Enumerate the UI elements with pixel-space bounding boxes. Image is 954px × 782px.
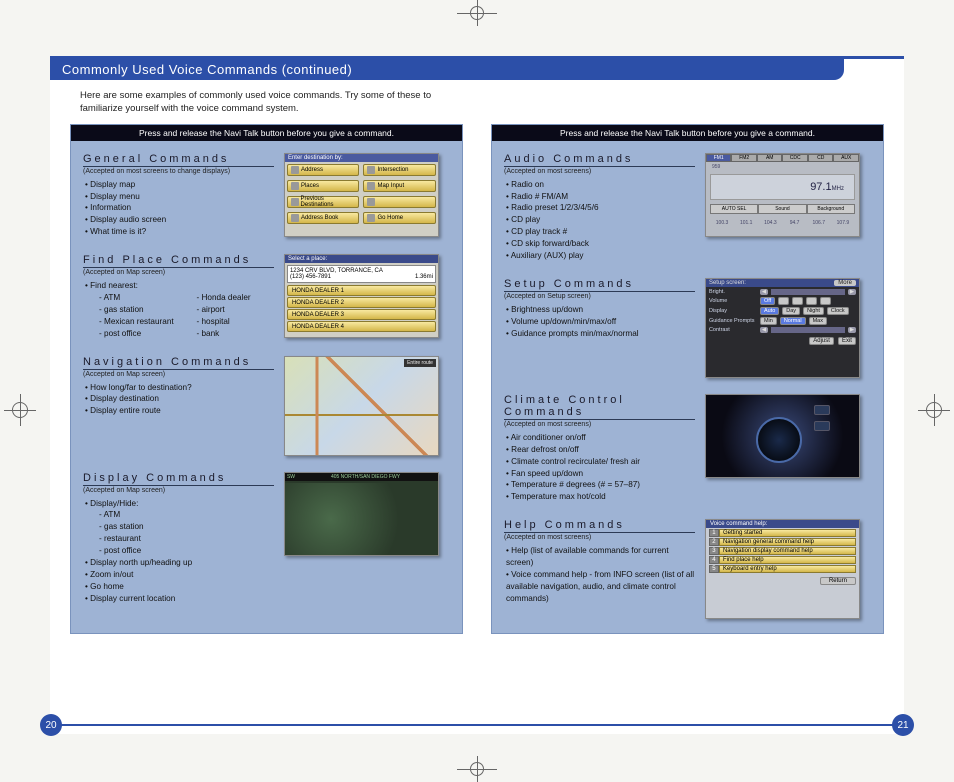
section-subtitle: (Accepted on Map screen): [83, 371, 274, 378]
screenshot-voice-help: Voice command help: 1Getting started2Nav…: [705, 519, 860, 619]
command-list: Display mapDisplay menuInformationDispla…: [83, 179, 274, 238]
left-column: Press and release the Navi Talk button b…: [70, 124, 463, 635]
page-spread: Commonly Used Voice Commands (continued)…: [50, 56, 904, 734]
registration-mark-left: [10, 400, 30, 420]
section-setup: Setup Commands (Accepted on Setup screen…: [492, 266, 883, 382]
section-subtitle: (Accepted on Map screen): [83, 269, 274, 276]
screenshot-setup-screen: Setup screen:More Bright.◀▶VolumeOff Dis…: [705, 278, 860, 378]
section-help: Help Commands (Accepted on most screens)…: [492, 507, 883, 623]
section-climate: Climate Control Commands (Accepted on mo…: [492, 382, 883, 507]
right-column: Press and release the Navi Talk button b…: [491, 124, 884, 635]
command-list: How long/far to destination?Display dest…: [83, 382, 274, 418]
crop-mark-top: [457, 0, 497, 26]
page-number-right: 21: [892, 714, 914, 736]
section-title: General Commands: [83, 153, 274, 167]
registration-mark-right: [924, 400, 944, 420]
command-list: Help (list of available commands for cur…: [504, 545, 695, 604]
section-title: Setup Commands: [504, 278, 695, 292]
section-general: General Commands (Accepted on most scree…: [71, 141, 462, 242]
section-title: Help Commands: [504, 519, 695, 533]
instruction-bar-right: Press and release the Navi Talk button b…: [492, 125, 883, 141]
section-find-place: Find Place Commands (Accepted on Map scr…: [71, 242, 462, 343]
section-subtitle: (Accepted on Setup screen): [504, 293, 695, 300]
section-title: Climate Control Commands: [504, 394, 695, 420]
section-subtitle: (Accepted on Map screen): [83, 487, 274, 494]
command-list: Brightness up/downVolume up/down/min/max…: [504, 304, 695, 340]
screenshot-route-map: Entire route: [284, 356, 439, 456]
page-number-left: 20: [40, 714, 62, 736]
screenshot-climate-controls: [705, 394, 860, 478]
section-navigation: Navigation Commands (Accepted on Map scr…: [71, 344, 462, 460]
section-title: Find Place Commands: [83, 254, 274, 268]
section-subtitle: (Accepted on most screens): [504, 421, 695, 428]
intro-text: Here are some examples of commonly used …: [50, 80, 450, 124]
footer-rule: [58, 724, 896, 726]
screenshot-destination-menu: Enter destination by: AddressIntersectio…: [284, 153, 439, 237]
instruction-bar-left: Press and release the Navi Talk button b…: [71, 125, 462, 141]
screenshot-radio: FM1FM2AMCDCCDAUX 959 97.1MHz AUTO SELSou…: [705, 153, 860, 237]
section-subtitle: (Accepted on most screens): [504, 168, 695, 175]
screenshot-select-place: Select a place: 1234 CRV BLVD, TORRANCE,…: [284, 254, 439, 338]
screenshot-nav-display: SW 405 NORTH/SAN DIEGO FWY: [284, 472, 439, 556]
page-title-bar: Commonly Used Voice Commands (continued): [50, 59, 844, 80]
command-list: Display/Hide: ATMgas stationrestaurantpo…: [83, 498, 274, 605]
section-subtitle: (Accepted on most screens): [504, 534, 695, 541]
command-list: Radio onRadio # FM/AMRadio preset 1/2/3/…: [504, 179, 695, 262]
section-title: Display Commands: [83, 472, 274, 486]
section-title: Navigation Commands: [83, 356, 274, 370]
crop-mark-bottom: [457, 756, 497, 782]
section-subtitle: (Accepted on most screens to change disp…: [83, 168, 274, 175]
command-list: Find nearest: ATMgas stationMexican rest…: [83, 280, 274, 339]
section-title: Audio Commands: [504, 153, 695, 167]
command-list: Air conditioner on/offRear defrost on/of…: [504, 432, 695, 503]
section-display: Display Commands (Accepted on Map screen…: [71, 460, 462, 609]
section-audio: Audio Commands (Accepted on most screens…: [492, 141, 883, 266]
